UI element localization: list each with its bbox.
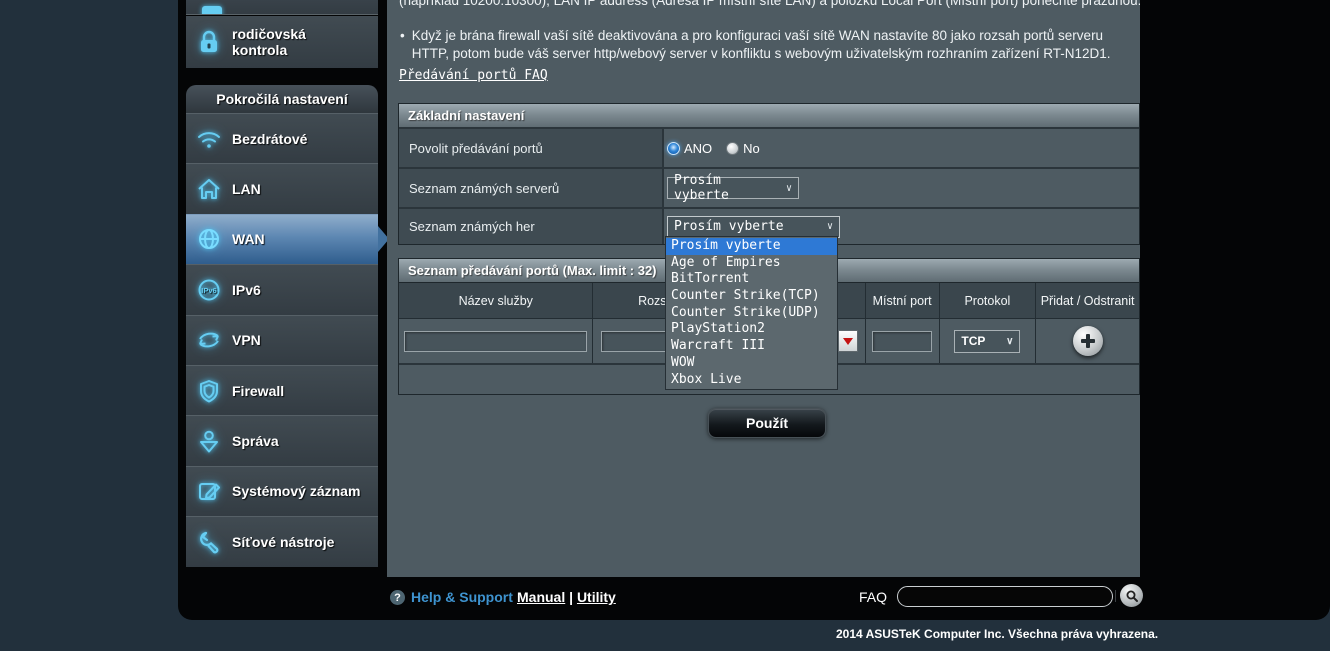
firewall-warning-bullet: • Když je brána firewall vaší sítě deakt…: [398, 27, 1120, 62]
svg-text:IPv6: IPv6: [201, 286, 216, 295]
chevron-down-icon: ∨: [1006, 336, 1013, 347]
red-triangle-icon: [843, 338, 853, 345]
local-port-input[interactable]: [872, 331, 932, 352]
sidebar-item-wan[interactable]: WAN: [186, 214, 378, 264]
sidebar-item-ipv6[interactable]: IPv6 IPv6: [186, 264, 378, 314]
radio-no[interactable]: [726, 142, 739, 155]
syslog-icon: [186, 477, 232, 505]
radio-no-label: No: [743, 141, 760, 156]
help-support-link[interactable]: Help & Support: [411, 589, 513, 605]
sidebar-item-label: Správa: [232, 433, 366, 449]
sidebar-item-system-log[interactable]: Systémový záznam: [186, 466, 378, 516]
intro-paragraph-tail: (například 10200:10300), LAN IP address …: [399, 0, 1139, 8]
protocol-select[interactable]: TCP ∨: [954, 330, 1020, 353]
sidebar-item-label: Firewall: [232, 383, 366, 399]
dropdown-option[interactable]: BitTorrent: [666, 271, 837, 288]
game-select-open-list: Prosím vyberte Age of Empires BitTorrent…: [665, 236, 838, 390]
ipv6-icon: IPv6: [186, 276, 232, 304]
sidebar-item-parental-control[interactable]: rodičovská kontrola: [186, 16, 378, 68]
column-local-port: Místní port: [866, 283, 940, 318]
service-name-input[interactable]: [404, 331, 587, 352]
apply-button[interactable]: Použít: [708, 408, 826, 438]
sidebar-item-label: Bezdrátové: [232, 131, 366, 147]
dropdown-option[interactable]: Warcraft III: [666, 338, 837, 355]
port-forwarding-faq-link[interactable]: Předávání portů FAQ: [399, 68, 548, 83]
famous-server-select[interactable]: Prosím vyberte ∨: [667, 177, 799, 199]
sidebar-item-partial[interactable]: [186, 0, 378, 15]
vpn-icon: [186, 326, 232, 354]
partial-icon: [202, 6, 222, 15]
wifi-icon: [186, 125, 232, 153]
famous-server-list-label: Seznam známých serverů: [399, 169, 664, 207]
sidebar-item-label: rodičovská kontrola: [232, 26, 358, 58]
footer-separator: [1115, 590, 1116, 602]
chevron-down-icon: ∨: [827, 221, 833, 232]
column-service-name: Název služby: [399, 283, 593, 318]
utility-link[interactable]: Utility: [577, 589, 616, 605]
column-protocol: Protokol: [940, 283, 1037, 318]
sidebar-item-vpn[interactable]: VPN: [186, 315, 378, 365]
manual-utility-links: Manual | Utility: [517, 589, 616, 605]
sidebar-item-label: VPN: [232, 332, 366, 348]
search-button[interactable]: [1120, 584, 1143, 607]
faq-search-input[interactable]: [897, 586, 1113, 607]
sidebar-item-label: Systémový záznam: [232, 483, 366, 499]
chevron-down-icon: ∨: [786, 183, 792, 194]
add-entry-button[interactable]: [1073, 326, 1103, 356]
dropdown-option[interactable]: Counter Strike(TCP): [666, 288, 837, 305]
radio-yes[interactable]: [667, 142, 680, 155]
advanced-settings-title: Pokročilá nastavení: [186, 85, 378, 113]
advanced-settings-panel: Pokročilá nastavení Bezdrátové LAN: [186, 85, 378, 567]
basic-settings-title: Základní nastavení: [399, 104, 1139, 127]
copyright-text: 2014 ASUSTeK Computer Inc. Všechna práva…: [836, 627, 1158, 641]
shield-icon: [186, 377, 232, 405]
sidebar-item-label: Síťové nástroje: [232, 534, 366, 550]
home-icon: [186, 175, 232, 203]
sidebar-item-administration[interactable]: Správa: [186, 415, 378, 465]
local-ip-dropdown-button[interactable]: [838, 330, 858, 352]
manual-link[interactable]: Manual: [517, 589, 565, 605]
dropdown-option[interactable]: Counter Strike(UDP): [666, 305, 837, 322]
firewall-warning-text: Když je brána firewall vaší sítě deaktiv…: [412, 27, 1120, 62]
enable-port-forwarding-label: Povolit předávání portů: [399, 129, 664, 167]
lock-icon: [186, 28, 232, 56]
column-add-delete: Přidat / Odstranit: [1036, 283, 1139, 318]
famous-game-list-label: Seznam známých her: [399, 209, 664, 244]
sidebar-item-label: WAN: [232, 231, 366, 247]
dropdown-option[interactable]: PlayStation2: [666, 321, 837, 338]
table-row: Seznam známých serverů Prosím vyberte ∨: [399, 167, 1139, 207]
radio-yes-label: ANO: [684, 141, 712, 156]
person-icon: [186, 427, 232, 455]
wrench-icon: [186, 528, 232, 556]
search-icon: [1125, 589, 1139, 603]
basic-settings-table: Základní nastavení Povolit předávání por…: [398, 103, 1140, 245]
sidebar-item-label: LAN: [232, 181, 366, 197]
dropdown-option[interactable]: Age of Empires: [666, 255, 837, 272]
sidebar-item-network-tools[interactable]: Síťové nástroje: [186, 516, 378, 566]
dropdown-option[interactable]: Prosím vyberte: [666, 238, 837, 255]
dropdown-option[interactable]: WOW: [666, 355, 837, 372]
sidebar-item-lan[interactable]: LAN: [186, 163, 378, 213]
dropdown-option[interactable]: Xbox Live: [666, 372, 837, 389]
sidebar-item-wireless[interactable]: Bezdrátové: [186, 113, 378, 163]
sidebar-item-label: IPv6: [232, 282, 366, 298]
faq-label: FAQ: [859, 589, 887, 605]
help-question-icon[interactable]: ?: [390, 590, 405, 605]
bullet-dot: •: [400, 27, 405, 62]
link-separator: |: [569, 589, 573, 605]
table-row: Povolit předávání portů ANO No: [399, 127, 1139, 167]
globe-icon: [186, 225, 232, 253]
sidebar-item-firewall[interactable]: Firewall: [186, 365, 378, 415]
famous-game-select[interactable]: Prosím vyberte ∨: [667, 216, 840, 238]
